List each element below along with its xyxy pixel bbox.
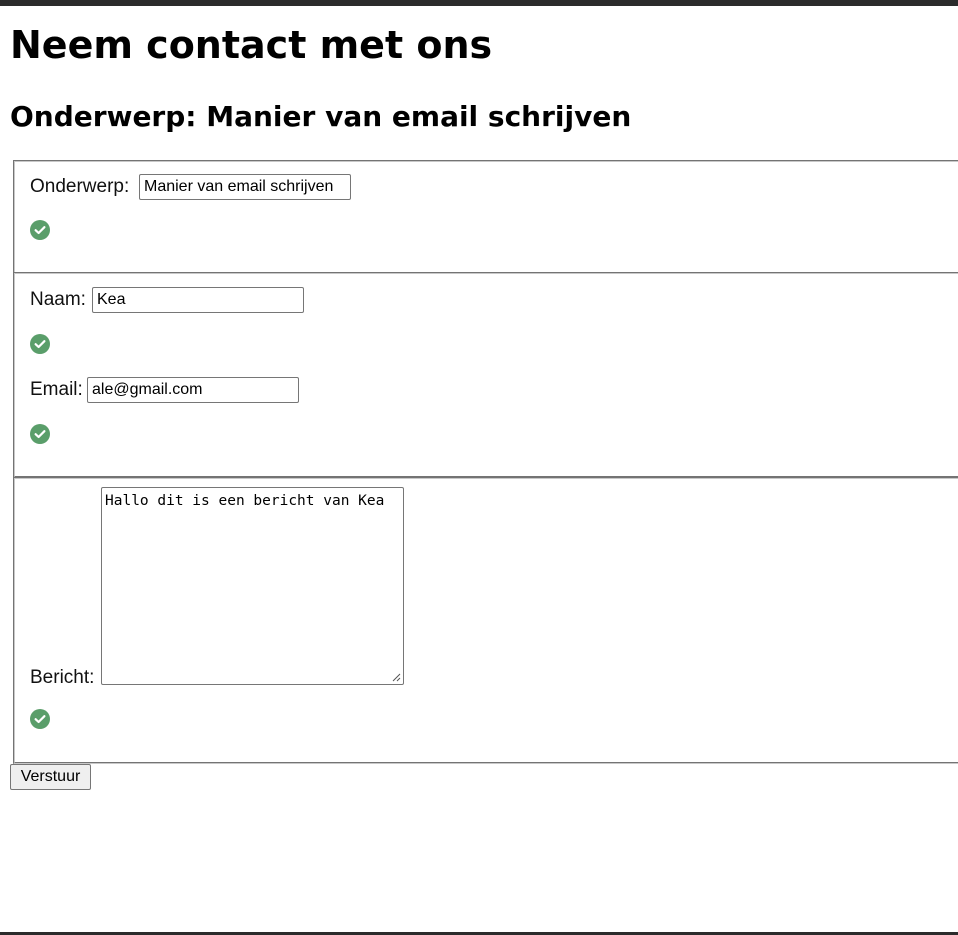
name-label: Naam: bbox=[30, 289, 86, 310]
message-fieldset: Bericht: Hallo dit is een bericht van Ke… bbox=[13, 477, 958, 764]
subject-label: Onderwerp: bbox=[30, 176, 130, 197]
submit-button[interactable]: Verstuur bbox=[10, 764, 91, 790]
name-valid-check-icon bbox=[30, 334, 50, 354]
browser-top-bar bbox=[0, 0, 958, 6]
resize-handle-icon[interactable] bbox=[392, 673, 401, 682]
subject-valid-check-icon bbox=[30, 220, 50, 240]
subject-fieldset: Onderwerp: Manier van email schrijven bbox=[13, 160, 958, 274]
name-input[interactable]: Kea bbox=[92, 287, 304, 313]
contact-fieldset: Naam: Kea Email: ale@gmail.com bbox=[13, 272, 958, 478]
message-valid-check-icon bbox=[30, 709, 50, 729]
message-label: Bericht: bbox=[30, 667, 95, 688]
page-title: Neem contact met ons bbox=[10, 23, 493, 67]
page-subtitle: Onderwerp: Manier van email schrijven bbox=[10, 100, 632, 133]
message-textarea[interactable]: Hallo dit is een bericht van Kea bbox=[101, 487, 404, 685]
email-label: Email: bbox=[30, 379, 83, 400]
email-input[interactable]: ale@gmail.com bbox=[87, 377, 299, 403]
message-text: Hallo dit is een bericht van Kea bbox=[105, 493, 385, 509]
email-valid-check-icon bbox=[30, 424, 50, 444]
subject-input[interactable]: Manier van email schrijven bbox=[139, 174, 351, 200]
